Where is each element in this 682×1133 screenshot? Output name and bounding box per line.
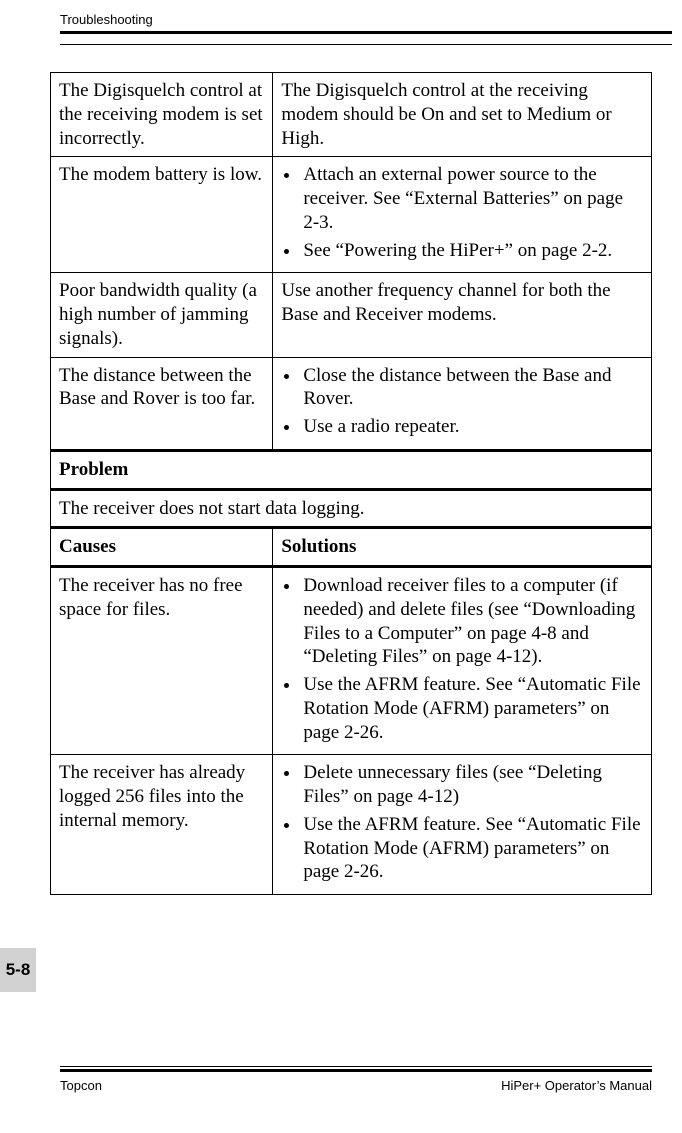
footer-right: HiPer+ Operator’s Manual (501, 1078, 652, 1093)
cause-cell: The distance between the Base and Rover … (51, 357, 273, 450)
solution-cell: Delete unnecessary files (see “Deleting … (273, 755, 652, 895)
bullet-list: Close the distance between the Base and … (281, 364, 643, 439)
list-item: Delete unnecessary files (see “Deleting … (301, 761, 643, 809)
footer-rule-thick (60, 1069, 652, 1072)
footer-rule-thin (60, 1066, 652, 1067)
page-number-tab: 5-8 (0, 948, 36, 992)
list-item: Use a radio repeater. (301, 415, 643, 439)
cause-cell: The modem battery is low. (51, 157, 273, 273)
table-row: The Digisquelch control at the receiving… (51, 73, 652, 157)
cause-cell: Poor bandwidth quality (a high number of… (51, 273, 273, 357)
header-rule-thin (60, 44, 672, 45)
problem-label: Problem (51, 450, 652, 489)
problem-header-row: Problem (51, 450, 652, 489)
table-row: The distance between the Base and Rover … (51, 357, 652, 450)
bullet-list: Attach an external power source to the r… (281, 163, 643, 262)
troubleshooting-table: The Digisquelch control at the receiving… (50, 72, 652, 895)
cause-cell: The Digisquelch control at the receiving… (51, 73, 273, 157)
table-row: The receiver has already logged 256 file… (51, 755, 652, 895)
list-item: See “Powering the HiPer+” on page 2-2. (301, 239, 643, 263)
page: Troubleshooting The Digisquelch control … (0, 0, 682, 1133)
footer-left: Topcon (60, 1078, 102, 1093)
solution-cell: The Digisquelch control at the receiving… (273, 73, 652, 157)
problem-description-row: The receiver does not start data logging… (51, 489, 652, 528)
solution-cell: Use another frequency channel for both t… (273, 273, 652, 357)
cause-cell: The receiver has no free space for files… (51, 567, 273, 755)
problem-text: The receiver does not start data logging… (51, 489, 652, 528)
solution-cell: Close the distance between the Base and … (273, 357, 652, 450)
cause-cell: The receiver has already logged 256 file… (51, 755, 273, 895)
solution-cell: Download receiver files to a computer (i… (273, 567, 652, 755)
list-item: Close the distance between the Base and … (301, 364, 643, 412)
causes-solutions-header-row: Causes Solutions (51, 528, 652, 567)
footer-row: Topcon HiPer+ Operator’s Manual (60, 1078, 652, 1093)
bullet-list: Download receiver files to a computer (i… (281, 574, 643, 744)
running-head: Troubleshooting (60, 12, 672, 27)
bullet-list: Delete unnecessary files (see “Deleting … (281, 761, 643, 884)
list-item: Download receiver files to a computer (i… (301, 574, 643, 669)
solution-cell: Attach an external power source to the r… (273, 157, 652, 273)
list-item: Use the AFRM feature. See “Automatic Fil… (301, 813, 643, 884)
table-row: Poor bandwidth quality (a high number of… (51, 273, 652, 357)
solutions-header: Solutions (273, 528, 652, 567)
table-row: The receiver has no free space for files… (51, 567, 652, 755)
list-item: Use the AFRM feature. See “Automatic Fil… (301, 673, 643, 744)
page-content: The Digisquelch control at the receiving… (0, 54, 682, 895)
list-item: Attach an external power source to the r… (301, 163, 643, 234)
table-row: The modem battery is low. Attach an exte… (51, 157, 652, 273)
page-footer: Topcon HiPer+ Operator’s Manual (0, 1066, 682, 1093)
page-header: Troubleshooting (0, 0, 682, 45)
causes-header: Causes (51, 528, 273, 567)
header-rule-thick (60, 31, 672, 34)
